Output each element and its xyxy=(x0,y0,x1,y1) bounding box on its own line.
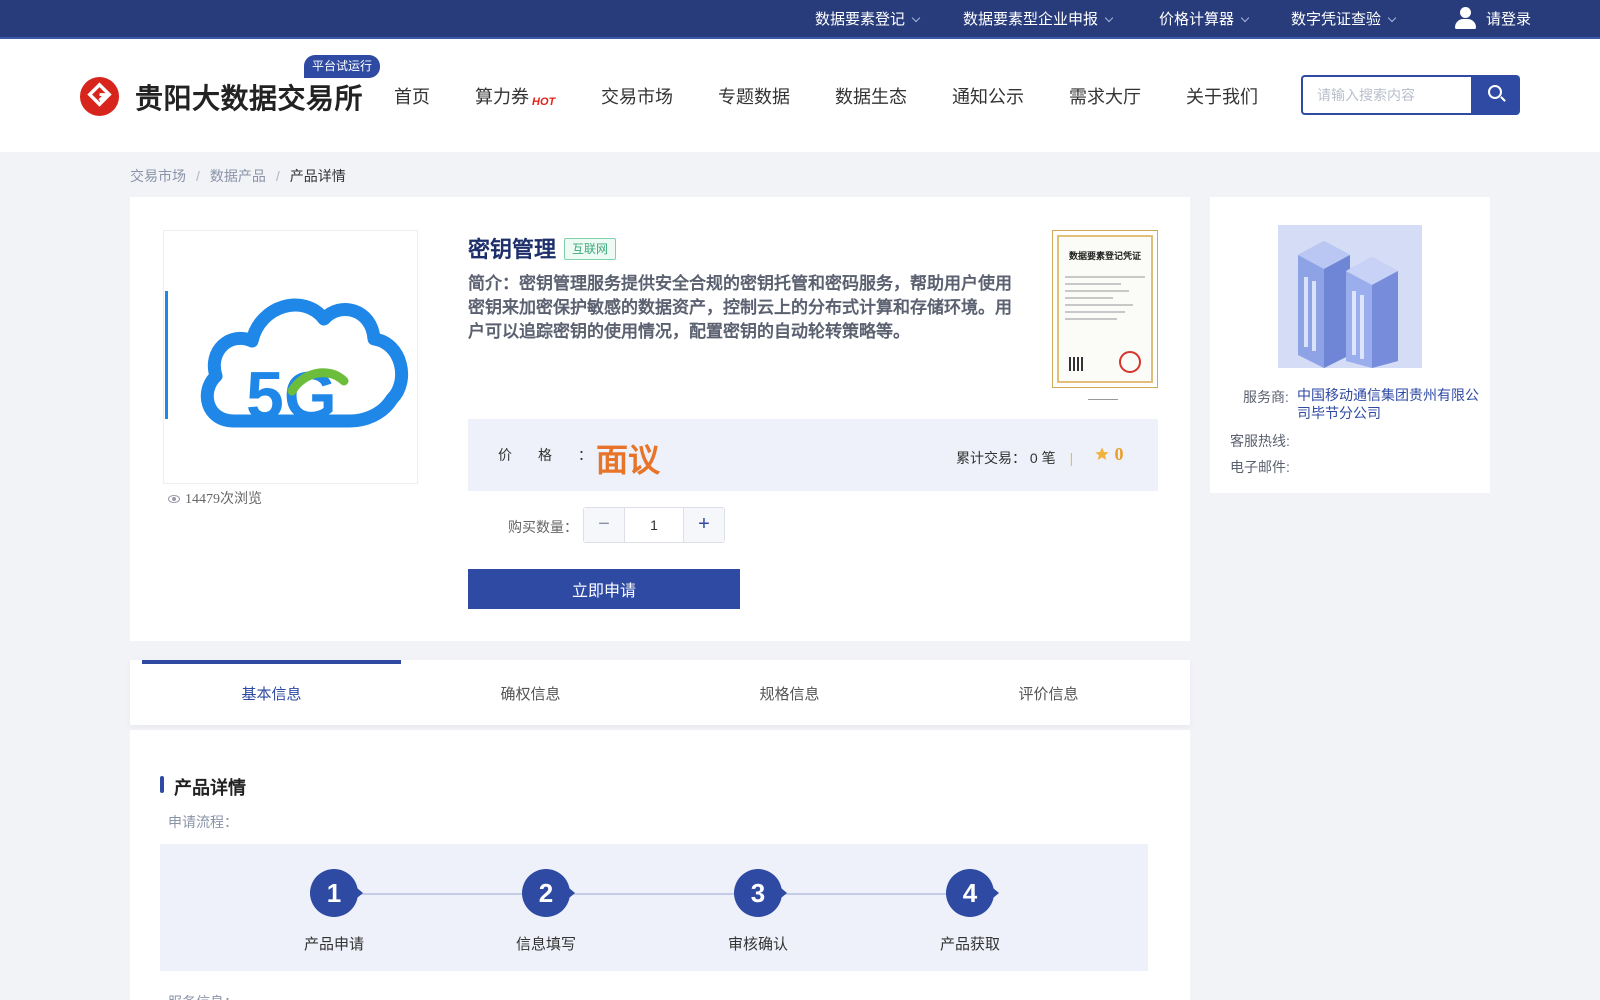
provider-card: 服务商: 中国移动通信集团贵州有限公司毕节分公司 客服热线: 电子邮件: xyxy=(1210,197,1490,493)
topbar-enterprise-menu[interactable]: 数据要素型企业申报 xyxy=(963,0,1114,39)
quantity-stepper: − + xyxy=(583,507,725,543)
exchange-logo-icon[interactable] xyxy=(79,76,120,117)
nav-topic-data[interactable]: 专题数据 xyxy=(718,83,790,109)
chevron-down-icon xyxy=(1387,13,1397,23)
topbar-enterprise-label: 数据要素型企业申报 xyxy=(963,11,1099,28)
nav-trading-market[interactable]: 交易市场 xyxy=(601,83,673,109)
tab-spec-info[interactable]: 规格信息 xyxy=(660,660,919,725)
trade-count-label: 累计交易： xyxy=(956,450,1026,466)
tab-review-info[interactable]: 评价信息 xyxy=(919,660,1178,725)
topbar-certificate-check-menu[interactable]: 数字凭证查验 xyxy=(1291,0,1397,39)
nav-notices[interactable]: 通知公示 xyxy=(952,83,1024,109)
5g-cloud-icon: 5G xyxy=(165,291,409,434)
price-value: 面议 xyxy=(596,442,661,478)
trade-count: 累计交易： 0 笔 | xyxy=(956,448,1087,468)
search-input[interactable] xyxy=(1301,75,1471,115)
certificate-frame: 数据要素登记凭证 xyxy=(1057,235,1153,383)
step-2-number: 2 xyxy=(522,869,575,917)
flow-connector xyxy=(340,893,980,895)
topbar-certificate-check-label: 数字凭证查验 xyxy=(1291,11,1382,28)
view-count: 14479次浏览 xyxy=(168,488,262,508)
breadcrumb: 交易市场 / 数据产品 / 产品详情 xyxy=(130,166,346,186)
certificate-indicator xyxy=(1088,399,1118,400)
nav-home[interactable]: 首页 xyxy=(394,83,430,109)
breadcrumb-trading-market[interactable]: 交易市场 xyxy=(130,168,186,184)
price-label-text: 价格 xyxy=(498,447,578,463)
topbar-register-menu[interactable]: 数据要素登记 xyxy=(815,0,921,39)
price-panel: 价格： 面议 累计交易： 0 笔 | 0 xyxy=(468,419,1158,491)
trial-run-badge: 平台试运行 xyxy=(304,55,381,78)
decrease-quantity-button[interactable]: − xyxy=(584,508,625,542)
trade-count-value: 0 笔 xyxy=(1029,450,1056,466)
provider-image xyxy=(1278,225,1422,368)
user-icon xyxy=(1454,7,1476,30)
topbar-price-calculator-menu[interactable]: 价格计算器 xyxy=(1159,0,1250,39)
price-label: 价格： xyxy=(498,445,592,465)
product-card: 5G 14479次浏览 密钥管理 互联网 简介：密钥管理服务提供安全合规的密钥托… xyxy=(130,197,1190,641)
section-title-text: 产品详情 xyxy=(174,778,246,798)
step-3-number: 3 xyxy=(734,869,787,917)
topbar-price-calculator-label: 价格计算器 xyxy=(1159,11,1235,28)
quantity-input[interactable] xyxy=(625,508,683,542)
apply-now-button[interactable]: 立即申请 xyxy=(468,569,740,609)
tab-rights-info[interactable]: 确权信息 xyxy=(401,660,660,725)
increase-quantity-button[interactable]: + xyxy=(683,508,724,542)
chevron-down-icon xyxy=(911,13,921,23)
tab-basic-info[interactable]: 基本信息 xyxy=(142,660,401,725)
rating-value: 0 xyxy=(1114,444,1124,464)
login-link[interactable]: 请登录 xyxy=(1454,0,1531,39)
eye-icon xyxy=(168,495,180,503)
breadcrumb-separator: / xyxy=(275,168,280,184)
trade-divider: | xyxy=(1069,450,1074,466)
registration-certificate[interactable]: 数据要素登记凭证 xyxy=(1052,230,1158,388)
service-provider-label: 服务商: xyxy=(1243,389,1289,405)
brand-name[interactable]: 贵阳大数据交易所 xyxy=(135,77,363,117)
nav-data-ecosystem[interactable]: 数据生态 xyxy=(835,83,907,109)
hot-badge: HOT xyxy=(532,96,556,108)
breadcrumb-separator: / xyxy=(196,168,200,184)
category-tag: 互联网 xyxy=(564,238,617,260)
step-4-number: 4 xyxy=(946,869,999,917)
price-label-colon: ： xyxy=(578,447,592,463)
chevron-down-icon xyxy=(1240,13,1250,23)
certificate-title: 数据要素登记凭证 xyxy=(1068,251,1141,261)
building-icon xyxy=(1278,225,1422,368)
nav-compute-voucher-label: 算力券 xyxy=(475,87,529,107)
chevron-down-icon xyxy=(1104,13,1114,23)
rating: 0 xyxy=(1094,444,1124,465)
site-header: 贵阳大数据交易所 平台试运行 首页 算力券 HOT 交易市场 专题数据 数据生态 … xyxy=(0,39,1600,152)
service-provider-value: 中国移动通信集团贵州有限公司毕节分公司 xyxy=(1297,387,1479,421)
step-3-label: 审核确认 xyxy=(727,936,788,953)
nav-compute-voucher[interactable]: 算力券 HOT xyxy=(475,83,555,109)
section-title: 产品详情 xyxy=(160,774,246,800)
nav-demand-hall[interactable]: 需求大厅 xyxy=(1069,83,1141,109)
step-1-label: 产品申请 xyxy=(303,936,364,953)
login-label: 请登录 xyxy=(1486,11,1532,28)
view-count-text: 14479次浏览 xyxy=(185,492,262,507)
product-details-section: 产品详情 申请流程： 1 产品申请 2 信息填写 3 审核确认 4 产品获取 服… xyxy=(130,730,1190,1000)
quantity-label: 购买数量： xyxy=(508,519,578,535)
star-icon xyxy=(1095,447,1109,460)
application-flow: 1 产品申请 2 信息填写 3 审核确认 4 产品获取 xyxy=(160,844,1148,971)
nav-about-us[interactable]: 关于我们 xyxy=(1186,83,1258,109)
flow-label: 申请流程： xyxy=(168,814,238,830)
seal-icon xyxy=(1119,351,1141,373)
qr-code-icon xyxy=(1069,357,1083,371)
detail-tabs: 基本信息 确权信息 规格信息 评价信息 xyxy=(130,660,1190,725)
step-2-label: 信息填写 xyxy=(515,936,576,953)
search-button[interactable] xyxy=(1471,75,1520,115)
topbar-register-label: 数据要素登记 xyxy=(815,11,906,28)
product-title: 密钥管理 xyxy=(468,237,557,262)
product-image: 5G xyxy=(163,230,418,484)
step-1-number: 1 xyxy=(310,869,363,917)
breadcrumb-data-products[interactable]: 数据产品 xyxy=(210,168,266,184)
breadcrumb-current: 产品详情 xyxy=(289,168,346,184)
email-label: 电子邮件: xyxy=(1230,459,1290,475)
top-bar: 数据要素登记 数据要素型企业申报 价格计算器 数字凭证查验 请登录 xyxy=(0,0,1600,39)
product-intro: 简介：密钥管理服务提供安全合规的密钥托管和密码服务，帮助用户使用密钥来加密保护敏… xyxy=(468,274,1012,341)
step-4-label: 产品获取 xyxy=(939,936,1000,953)
hotline-label: 客服热线: xyxy=(1230,433,1290,449)
service-info-label: 服务信息： xyxy=(168,992,238,1000)
